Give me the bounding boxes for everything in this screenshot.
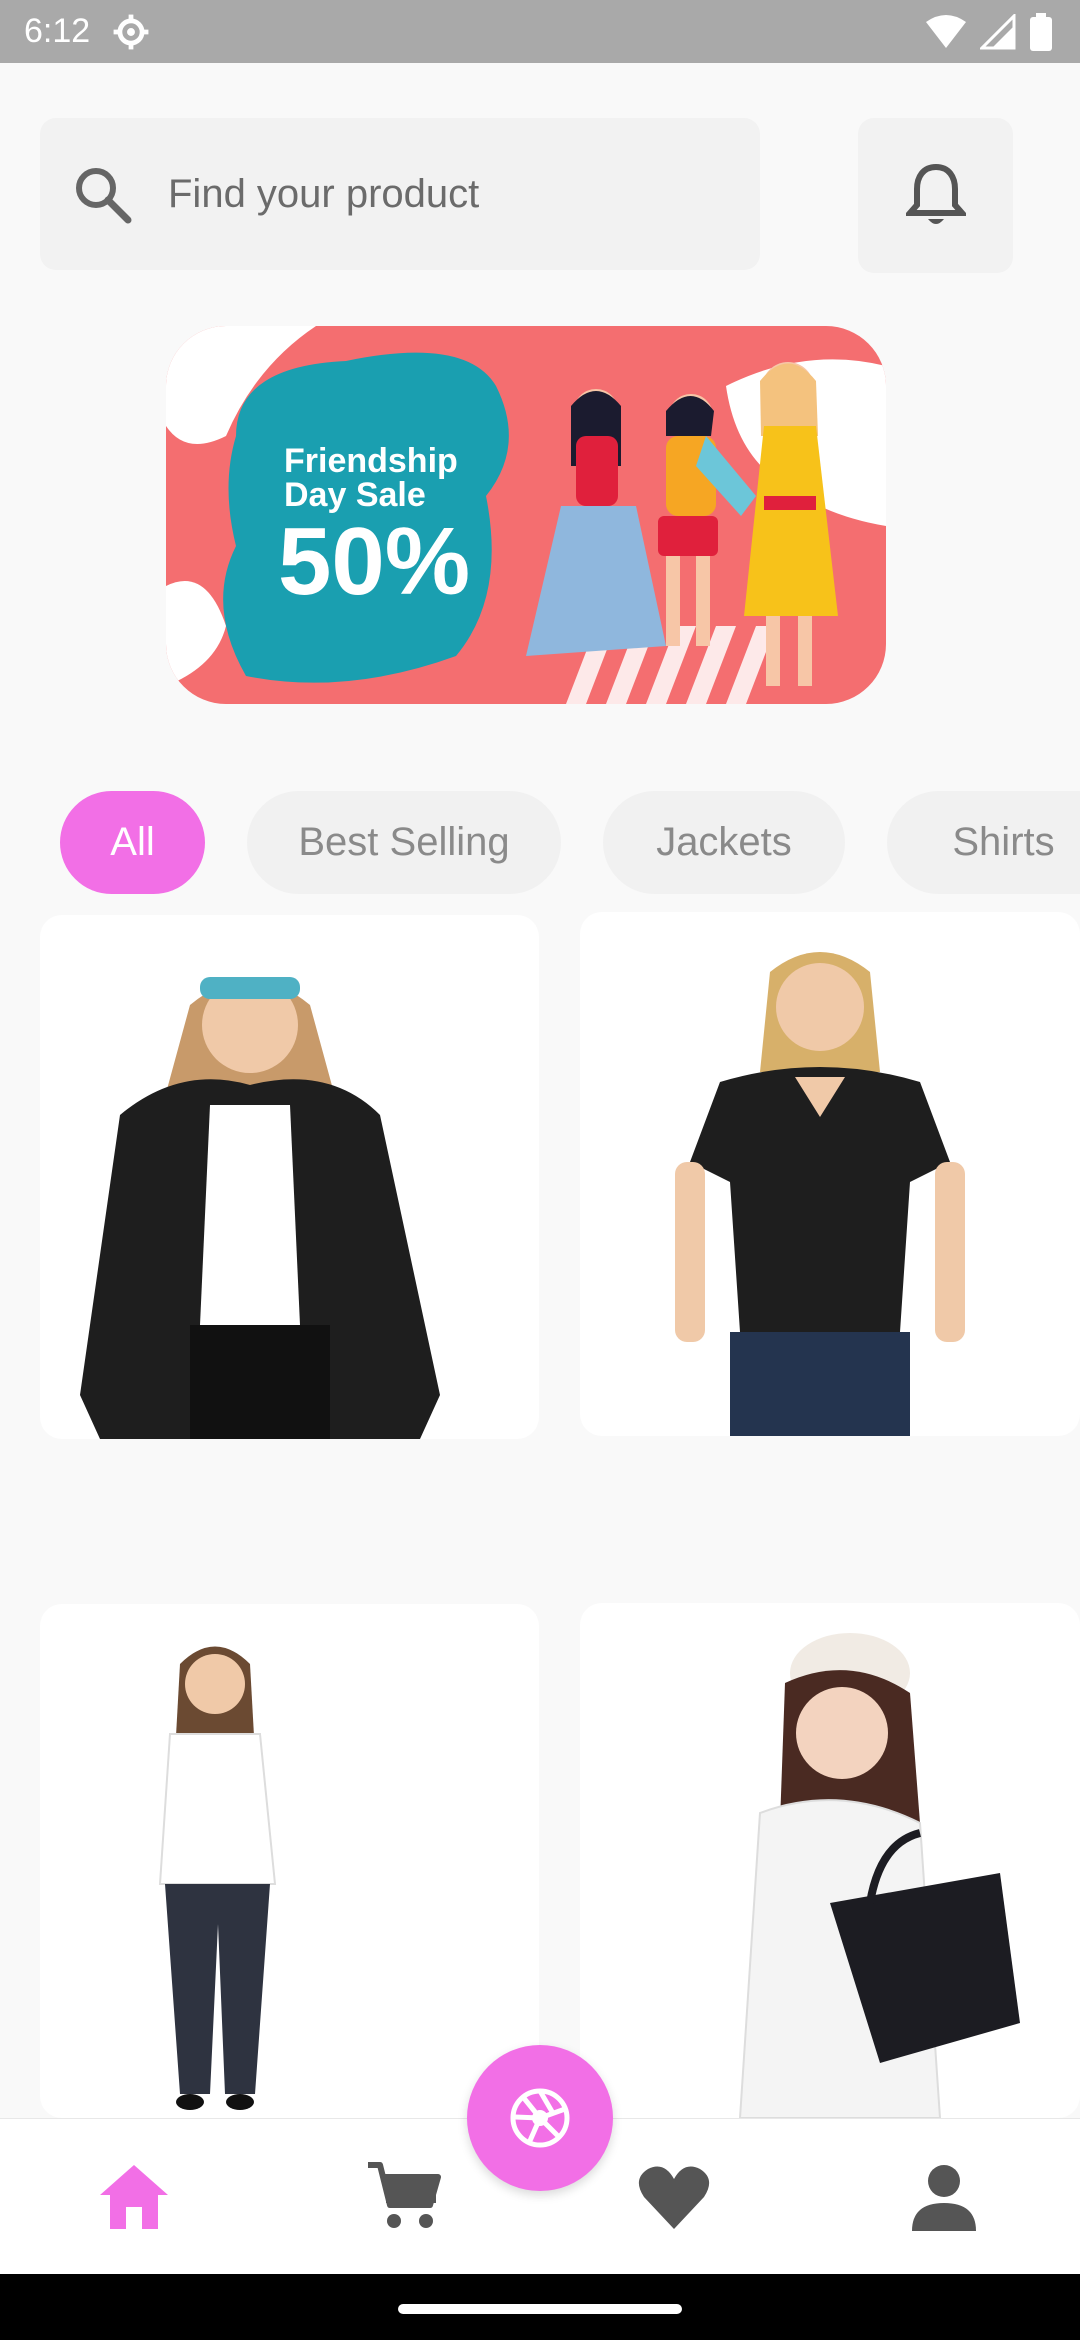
- settings-gear-icon: [113, 14, 149, 49]
- bell-icon: [905, 163, 966, 224]
- tab-jackets[interactable]: Jackets: [603, 791, 845, 894]
- banner-title-line1: Friendship: [284, 442, 458, 480]
- search-input[interactable]: Find your product: [168, 172, 479, 217]
- tab-label: Best Selling: [298, 820, 510, 864]
- product-image: [158, 1646, 277, 2110]
- status-time: 6:12: [24, 12, 91, 50]
- search-bar[interactable]: Find your product: [40, 118, 760, 270]
- home-icon[interactable]: [96, 2159, 172, 2235]
- aperture-icon: [510, 2088, 570, 2148]
- person-icon[interactable]: [906, 2159, 982, 2235]
- status-bar: 6:12: [0, 0, 1080, 63]
- battery-icon: [1030, 12, 1052, 51]
- product-card[interactable]: [580, 1603, 1080, 2118]
- product-card[interactable]: [580, 912, 1080, 1436]
- system-navigation-bar: [0, 2274, 1080, 2340]
- tab-shirts[interactable]: Shirts: [887, 791, 1080, 894]
- product-image: [738, 1633, 1020, 2118]
- notifications-button[interactable]: [858, 118, 1013, 273]
- banner-illustration: [166, 326, 886, 704]
- category-tabs: All Best Selling Jackets Shirts: [0, 791, 1080, 894]
- camera-scan-button[interactable]: [467, 2045, 613, 2191]
- tab-best-selling[interactable]: Best Selling: [247, 791, 561, 894]
- promo-banner[interactable]: Friendship Day Sale 50%: [166, 326, 886, 704]
- signal-icon: [980, 13, 1016, 49]
- tab-label: Jackets: [656, 820, 792, 864]
- search-icon: [76, 168, 132, 224]
- home-gesture-pill[interactable]: [398, 2304, 682, 2314]
- heart-icon[interactable]: [636, 2159, 712, 2235]
- banner-title-line2: Day Sale: [284, 476, 426, 514]
- product-card[interactable]: [40, 915, 539, 1439]
- tab-all[interactable]: All: [60, 791, 205, 894]
- cart-icon[interactable]: [366, 2159, 442, 2235]
- wifi-icon: [926, 14, 966, 48]
- product-image: [80, 977, 440, 1439]
- product-card[interactable]: [40, 1604, 539, 2118]
- tab-label: Shirts: [952, 820, 1055, 864]
- banner-discount: 50%: [278, 508, 471, 615]
- product-image: [675, 952, 965, 1436]
- tab-label: All: [110, 820, 155, 864]
